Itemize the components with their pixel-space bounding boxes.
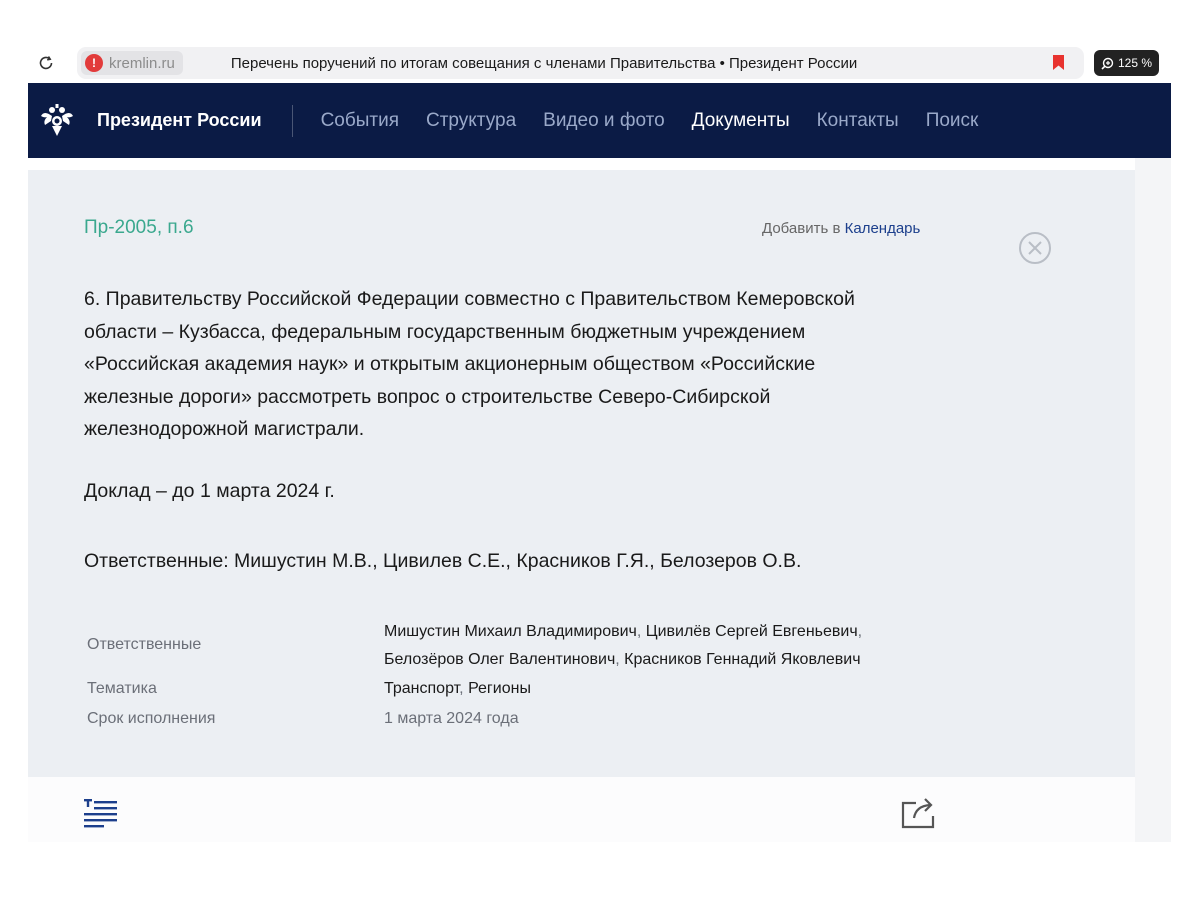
- document-toolbar: [28, 777, 1135, 842]
- scroll-gutter: [1135, 158, 1171, 842]
- domain-text: kremlin.ru: [109, 54, 175, 72]
- meta-responsible-label: Ответственные: [87, 636, 202, 653]
- nav-item-events[interactable]: События: [321, 110, 399, 132]
- meta-responsible-value: Мишустин Михаил Владимирович, Цивилёв Се…: [384, 618, 862, 674]
- nav-item-video-photo[interactable]: Видео и фото: [543, 110, 665, 132]
- topic-link[interactable]: Регионы: [468, 680, 531, 697]
- main-nav: События Структура Видео и фото Документы…: [321, 110, 1006, 132]
- topic-link[interactable]: Транспорт: [384, 680, 459, 697]
- zoom-icon: [1101, 57, 1114, 70]
- separator: ,: [636, 623, 646, 640]
- deadline-text: Доклад – до 1 марта 2024 г.: [84, 480, 335, 502]
- reload-icon[interactable]: [28, 48, 64, 78]
- meta-topic-value: Транспорт, Регионы: [384, 675, 531, 703]
- nav-item-search[interactable]: Поиск: [926, 110, 979, 132]
- person-link[interactable]: Мишустин Михаил Владимирович: [384, 623, 637, 640]
- header-divider: [291, 104, 293, 137]
- nav-item-contacts[interactable]: Контакты: [817, 110, 899, 132]
- share-icon[interactable]: [900, 794, 936, 830]
- warning-icon: !: [85, 54, 103, 72]
- emblem-icon[interactable]: [38, 101, 76, 141]
- separator: ,: [857, 623, 863, 640]
- nav-item-structure[interactable]: Структура: [426, 110, 516, 132]
- body-line: 6. Правительству Российской Федерации со…: [84, 288, 855, 310]
- bookmark-icon[interactable]: [1053, 55, 1064, 70]
- document-card: Пр-2005, п.6 Добавить в Календарь 6. Пра…: [28, 170, 1135, 777]
- toc-icon[interactable]: [84, 799, 118, 829]
- responsible-text: Ответственные: Мишустин М.В., Цивилев С.…: [84, 550, 802, 572]
- add-to-label: Добавить в: [762, 220, 845, 237]
- nav-item-documents[interactable]: Документы: [692, 110, 790, 132]
- browser-toolbar: ! kremlin.ru Перечень поручений по итога…: [28, 46, 1171, 80]
- calendar-link[interactable]: Календарь: [845, 220, 921, 237]
- body-line: железнодорожной магистрали.: [84, 418, 365, 440]
- body-line: области – Кузбасса, федеральным государс…: [84, 320, 806, 343]
- meta-topic-label: Тематика: [87, 680, 157, 697]
- meta-due-value: 1 марта 2024 года: [384, 710, 519, 727]
- add-to-calendar: Добавить в Календарь: [762, 220, 920, 237]
- brand-title[interactable]: Президент России: [97, 110, 262, 131]
- page-title-in-address: Перечень поручений по итогам совещания с…: [230, 54, 858, 72]
- person-link[interactable]: Белозёров Олег Валентинович: [384, 651, 615, 668]
- close-circle-icon[interactable]: [1018, 231, 1052, 265]
- separator: ,: [615, 651, 625, 668]
- person-link[interactable]: Красников Геннадий Яковлевич: [624, 651, 860, 668]
- document-number: Пр-2005, п.6: [84, 217, 194, 238]
- zoom-level: 125 %: [1118, 56, 1153, 70]
- zoom-badge[interactable]: 125 %: [1094, 50, 1160, 76]
- body-line: железные дороги» рассмотреть вопрос о ст…: [84, 385, 771, 408]
- body-line: «Российская академия наук» и открытым ак…: [84, 353, 816, 375]
- address-bar[interactable]: ! kremlin.ru Перечень поручений по итога…: [77, 47, 1084, 79]
- site-header: Президент России События Структура Видео…: [28, 83, 1171, 158]
- site-security-chip[interactable]: ! kremlin.ru: [81, 51, 183, 75]
- document-body: 6. Правительству Российской Федерации со…: [84, 283, 944, 446]
- separator: ,: [459, 680, 469, 697]
- meta-due-label: Срок исполнения: [87, 710, 216, 727]
- person-link[interactable]: Цивилёв Сергей Евгеньевич: [646, 623, 858, 640]
